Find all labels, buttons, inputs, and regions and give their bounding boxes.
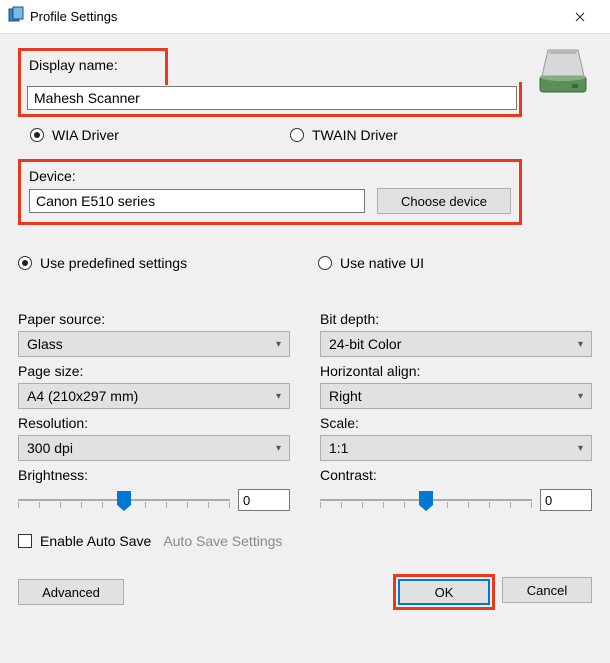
ok-button[interactable]: OK <box>398 579 490 605</box>
wia-driver-label: WIA Driver <box>52 127 119 143</box>
horizontal-align-value: Right <box>329 388 362 404</box>
display-name-highlight-bottom <box>18 82 522 117</box>
device-value: Canon E510 series <box>36 193 155 209</box>
scale-value: 1:1 <box>329 440 348 456</box>
native-ui-radio[interactable]: Use native UI <box>318 255 424 271</box>
wia-driver-radio[interactable]: WIA Driver <box>30 127 290 143</box>
app-icon <box>8 6 26 27</box>
chevron-down-icon: ▾ <box>276 443 281 454</box>
device-highlight: Device: Canon E510 series Choose device <box>18 159 522 225</box>
enable-auto-save-checkbox[interactable] <box>18 534 32 548</box>
scale-combo[interactable]: 1:1 ▾ <box>320 435 592 461</box>
chevron-down-icon: ▾ <box>578 443 583 454</box>
horizontal-align-label: Horizontal align: <box>320 363 592 379</box>
horizontal-align-combo[interactable]: Right ▾ <box>320 383 592 409</box>
radio-icon <box>18 256 32 270</box>
display-name-highlight-top: Display name: <box>18 48 168 85</box>
page-size-value: A4 (210x297 mm) <box>27 388 138 404</box>
brightness-value-input[interactable] <box>238 489 290 511</box>
slider-thumb[interactable] <box>419 491 433 511</box>
slider-thumb[interactable] <box>117 491 131 511</box>
radio-icon <box>30 128 44 142</box>
settings-columns: Paper source: Glass ▾ Page size: A4 (210… <box>18 311 592 521</box>
cancel-button[interactable]: Cancel <box>502 577 592 603</box>
contrast-slider[interactable] <box>320 487 592 521</box>
left-column: Paper source: Glass ▾ Page size: A4 (210… <box>18 311 290 521</box>
contrast-value-input[interactable] <box>540 489 592 511</box>
enable-auto-save-label: Enable Auto Save <box>40 533 151 549</box>
brightness-label: Brightness: <box>18 467 290 483</box>
paper-source-value: Glass <box>27 336 63 352</box>
chevron-down-icon: ▾ <box>578 391 583 402</box>
auto-save-settings-link[interactable]: Auto Save Settings <box>163 533 282 549</box>
resolution-label: Resolution: <box>18 415 290 431</box>
paper-source-label: Paper source: <box>18 311 290 327</box>
predefined-settings-radio[interactable]: Use predefined settings <box>18 255 318 271</box>
driver-radio-group: WIA Driver TWAIN Driver <box>18 127 592 143</box>
radio-icon <box>318 256 332 270</box>
close-button[interactable] <box>558 2 602 32</box>
contrast-label: Contrast: <box>320 467 592 483</box>
right-column: Bit depth: 24-bit Color ▾ Horizontal ali… <box>320 311 592 521</box>
display-name-label: Display name: <box>29 57 157 73</box>
advanced-button[interactable]: Advanced <box>18 579 124 605</box>
twain-driver-label: TWAIN Driver <box>312 127 398 143</box>
device-field[interactable]: Canon E510 series <box>29 189 365 213</box>
bit-depth-combo[interactable]: 24-bit Color ▾ <box>320 331 592 357</box>
chevron-down-icon: ▾ <box>276 391 281 402</box>
bit-depth-value: 24-bit Color <box>329 336 401 352</box>
auto-save-row: Enable Auto Save Auto Save Settings <box>18 533 592 549</box>
twain-driver-radio[interactable]: TWAIN Driver <box>290 127 398 143</box>
bit-depth-label: Bit depth: <box>320 311 592 327</box>
brightness-slider[interactable] <box>18 487 290 521</box>
window-title: Profile Settings <box>26 9 558 24</box>
settings-mode-group: Use predefined settings Use native UI <box>18 255 592 271</box>
scale-label: Scale: <box>320 415 592 431</box>
page-size-label: Page size: <box>18 363 290 379</box>
paper-source-combo[interactable]: Glass ▾ <box>18 331 290 357</box>
resolution-combo[interactable]: 300 dpi ▾ <box>18 435 290 461</box>
profile-settings-window: Profile Settings Display name: <box>0 0 610 663</box>
resolution-value: 300 dpi <box>27 440 73 456</box>
chevron-down-icon: ▾ <box>578 339 583 350</box>
dialog-footer: Advanced OK Cancel <box>18 577 592 607</box>
radio-icon <box>290 128 304 142</box>
choose-device-button[interactable]: Choose device <box>377 188 511 214</box>
device-label: Device: <box>29 168 511 184</box>
native-ui-label: Use native UI <box>340 255 424 271</box>
page-size-combo[interactable]: A4 (210x297 mm) ▾ <box>18 383 290 409</box>
ok-highlight: OK <box>396 577 492 607</box>
chevron-down-icon: ▾ <box>276 339 281 350</box>
titlebar: Profile Settings <box>0 0 610 34</box>
dialog-content: Display name: WIA Driver TWAIN Driver De… <box>0 34 610 621</box>
display-name-input[interactable] <box>27 86 517 110</box>
predefined-settings-label: Use predefined settings <box>40 255 187 271</box>
